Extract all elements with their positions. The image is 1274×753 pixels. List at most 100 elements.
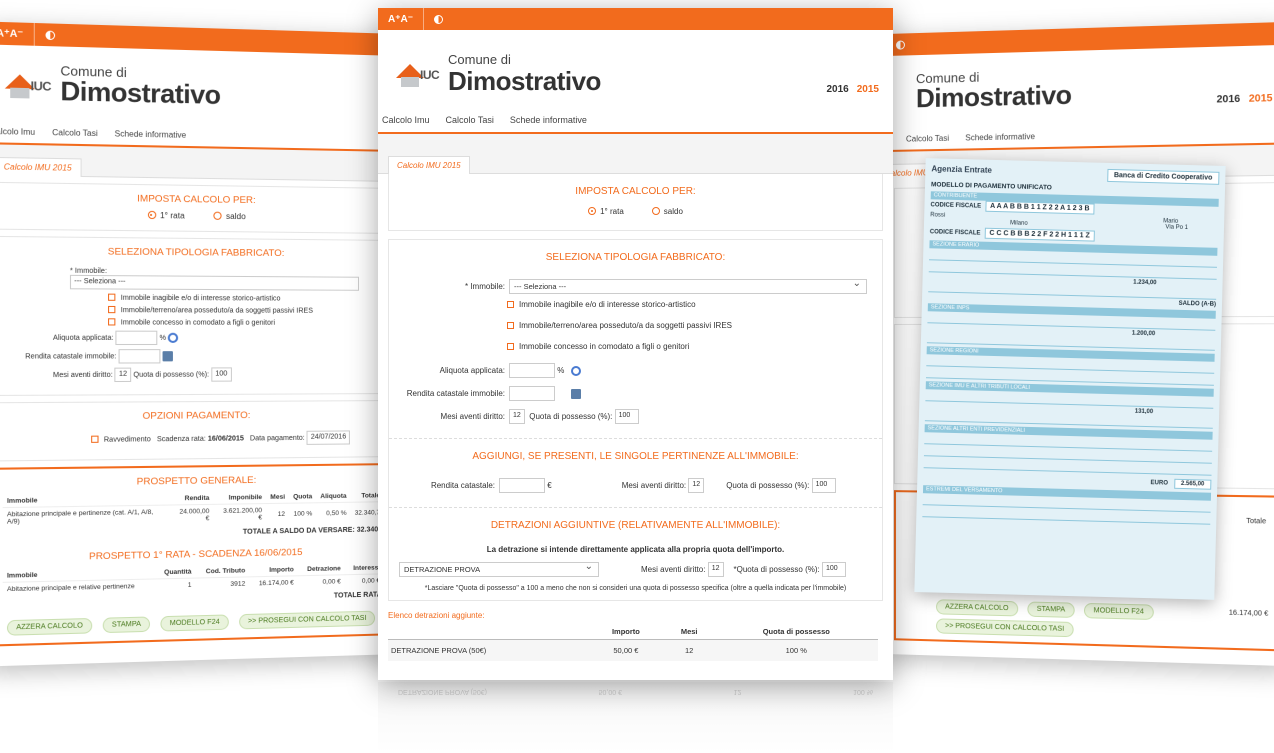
f24-cognome: Rossi — [930, 212, 946, 219]
detrazioni-footnote: *Lasciare "Quota di possesso" a 100 a me… — [424, 585, 847, 592]
agenzia-entrate-logo: Agenzia Entrate — [931, 164, 993, 175]
font-size-toggle[interactable]: A⁺A⁻ — [0, 21, 35, 46]
totale-header: Totale — [1246, 517, 1267, 526]
year-2015[interactable]: 2015 — [1249, 93, 1273, 105]
detrazioni-note: La detrazione si intende direttamente ap… — [486, 545, 785, 554]
center-window: A⁺A⁻ IUC Comune di Dimostrativo 2016 2015… — [378, 8, 893, 680]
mesi-input[interactable]: 12 — [114, 367, 132, 383]
immobile-select[interactable]: --- Seleziona --- — [69, 274, 359, 291]
comune-name: Dimostrativo — [60, 75, 221, 110]
prospetto-table: Immobile Rendita Imponibile Mesi Quota Aliquo… — [2, 490, 385, 529]
reflection: DETRAZIONE PROVA (50€) 50,00 €12 100 % — [378, 682, 893, 752]
f24-codice-coobbligato: C C C B B B 2 2 F 2 2 H 1 1 1 Z — [984, 227, 1095, 242]
header: Comune di Dimostrativo 2016 2015 — [886, 45, 1274, 128]
prospetto-section: PROSPETTO GENERALE: Immobile Rendita Impon… — [0, 463, 393, 647]
tipologia-section: SELEZIONA TIPOLOGIA FABBRICATO: * Immobi… — [388, 239, 883, 601]
checkbox-comodato[interactable]: Immobile concesso in comodato a figli o … — [389, 342, 882, 351]
detrazione-quota-input[interactable]: 100 — [822, 562, 846, 577]
elenco-title: Elenco detrazioni aggiunte: — [388, 611, 485, 620]
f24-banca: Banca di Credito Cooperativo — [1106, 168, 1220, 185]
scadenza-value: 16/06/2015 — [207, 435, 244, 443]
data-pagamento-input[interactable]: 24/07/2016 — [306, 430, 351, 445]
left-window: A⁺A⁻ IUC Comune di Dimostrativo Calcolo … — [0, 21, 401, 667]
f24-codice-fiscale: A A A B B B 1 1 Z 2 2 A 1 2 3 B — [985, 200, 1095, 215]
checkbox-comodato[interactable]: Immobile concesso in comodato a figli o … — [6, 318, 381, 327]
rendita-input[interactable] — [118, 349, 161, 364]
header: IUC Comune di Dimostrativo — [0, 44, 400, 128]
azzera-button[interactable]: AZZERA CALCOLO — [936, 599, 1018, 617]
f24-button[interactable]: MODELLO F24 — [160, 614, 229, 632]
tipologia-section: SELEZIONA TIPOLOGIA FABBRICATO: * Immobi… — [0, 235, 393, 396]
contrast-toggle[interactable] — [424, 8, 453, 30]
azzera-button[interactable]: AZZERA CALCOLO — [6, 617, 93, 636]
comune-name: Dimostrativo — [448, 66, 601, 96]
quota-input[interactable]: 100 — [211, 367, 232, 382]
year-selector: 2016 2015 — [1217, 93, 1273, 106]
mesi-input[interactable]: 12 — [509, 409, 525, 424]
table-icon[interactable] — [570, 388, 581, 399]
contrast-icon — [895, 39, 905, 50]
nav-schede[interactable]: Schede informative — [965, 131, 1035, 141]
detrazione-mesi-input[interactable]: 12 — [707, 562, 724, 577]
aliquota-input[interactable] — [509, 363, 555, 378]
calculator-icon[interactable] — [571, 365, 582, 376]
year-2016[interactable]: 2016 — [827, 84, 849, 95]
table-row: DETRAZIONE PROVA (50€) 50,00 €12 100 % — [388, 639, 878, 661]
calculator-icon[interactable] — [168, 332, 179, 343]
f24-form: Agenzia Entrate Banca di Credito Coopera… — [914, 158, 1226, 600]
nav-schede[interactable]: Schede informative — [115, 129, 187, 140]
quota-input[interactable]: 100 — [614, 409, 639, 424]
contrast-icon — [434, 14, 443, 24]
detrazione-select[interactable]: DETRAZIONE PROVA — [399, 561, 599, 577]
nav-calcolo-imu[interactable]: Calcolo Imu — [0, 126, 35, 136]
checkbox-ires[interactable]: Immobile/terreno/area posseduto/a da sog… — [389, 321, 882, 330]
immobile-select[interactable]: --- Seleziona --- — [509, 278, 867, 294]
f24-citta: Milano — [1009, 220, 1028, 227]
checkbox-inagibile[interactable]: Immobile inagibile e/o di interesse stor… — [6, 293, 381, 303]
f24-totale-finale: 2.565,00 — [1173, 478, 1212, 490]
rendita-input[interactable] — [509, 386, 555, 401]
prosegui-button[interactable]: >> PROSEGUI CON CALCOLO TASI — [936, 618, 1074, 638]
comune-name: Dimostrativo — [915, 79, 1072, 114]
radio-saldo[interactable]: saldo — [213, 211, 246, 221]
stampa-button[interactable]: STAMPA — [1027, 601, 1075, 618]
radio-prima-rata[interactable]: 1° rata — [147, 210, 185, 220]
year-2015[interactable]: 2015 — [857, 84, 879, 95]
nav-calcolo-tasi[interactable]: Calcolo Tasi — [52, 127, 98, 137]
checkbox-inagibile[interactable]: Immobile inagibile e/o di interesse stor… — [389, 300, 882, 309]
year-2016[interactable]: 2016 — [1217, 94, 1241, 106]
pertinenza-mesi-input[interactable]: 12 — [688, 478, 705, 493]
prosegui-button[interactable]: >> PROSEGUI CON CALCOLO TASI — [238, 610, 376, 630]
contrast-toggle[interactable] — [35, 23, 66, 47]
opzioni-section: OPZIONI PAGAMENTO: Ravvedimento Scadenza… — [0, 400, 393, 462]
imposta-section: IMPOSTA CALCOLO PER: 1° rata saldo — [0, 181, 393, 234]
tipologia-title: SELEZIONA TIPOLOGIA FABBRICATO: — [107, 246, 285, 260]
tab-calcolo-imu[interactable]: Calcolo IMU 2015 — [0, 156, 82, 177]
f24-button[interactable]: MODELLO F24 — [1084, 602, 1154, 620]
aliquota-input[interactable] — [115, 330, 158, 346]
pertinenza-quota-input[interactable]: 100 — [811, 478, 836, 493]
checkbox-ravvedimento[interactable]: Ravvedimento — [91, 435, 151, 444]
year-selector: 2016 2015 — [827, 84, 880, 95]
detrazioni-table: Importo Mesi Quota di possesso DETRAZIONE … — [388, 624, 878, 661]
radio-prima-rata[interactable]: 1° rata — [588, 207, 624, 216]
stampa-button[interactable]: STAMPA — [102, 616, 151, 634]
iuc-logo: IUC — [396, 60, 444, 90]
nav-calcolo-tasi[interactable]: Calcolo Tasi — [446, 115, 494, 125]
main-nav: Calcolo Imu Calcolo Tasi Schede informat… — [378, 108, 893, 134]
tipologia-title: SELEZIONA TIPOLOGIA FABBRICATO: — [545, 252, 726, 263]
tab-calcolo-imu[interactable]: Calcolo IMU 2015 — [388, 156, 470, 174]
nav-calcolo-imu[interactable]: Calcolo Imu — [382, 115, 430, 125]
table-row: Abitazione principale e pertinenze (cat.… — [2, 501, 385, 529]
radio-saldo[interactable]: saldo — [651, 207, 683, 216]
checkbox-ires[interactable]: Immobile/terreno/area posseduto/a da sog… — [6, 305, 381, 315]
imposta-title: IMPOSTA CALCOLO PER: — [575, 186, 696, 197]
nav-calcolo-tasi[interactable]: Calcolo Tasi — [906, 133, 949, 143]
table-icon[interactable] — [162, 351, 173, 362]
pertinenza-rendita-input[interactable] — [499, 478, 545, 493]
detrazioni-title: DETRAZIONI AGGIUNTIVE (RELATIVAMENTE ALL… — [490, 520, 781, 531]
iuc-logo: IUC — [4, 70, 56, 102]
pertinenze-title: AGGIUNGI, SE PRESENTI, LE SINGOLE PERTIN… — [472, 451, 799, 462]
nav-schede[interactable]: Schede informative — [510, 115, 587, 125]
font-size-toggle[interactable]: A⁺A⁻ — [378, 8, 424, 30]
